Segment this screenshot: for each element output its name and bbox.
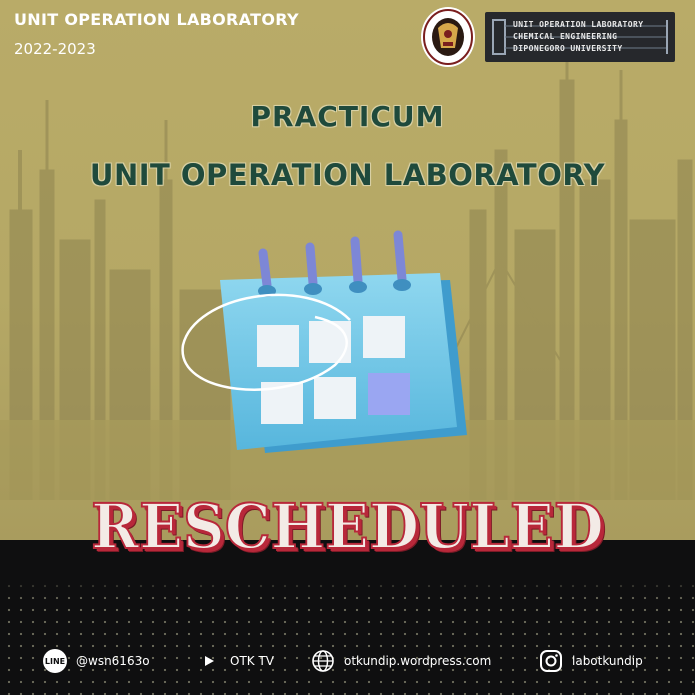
lab-logo-line3: DIPONEGORO UNIVERSITY	[513, 44, 623, 53]
status-banner: RESCHEDULED	[90, 489, 604, 564]
footer-instagram[interactable]: labotkundip	[538, 648, 643, 674]
footer-otk-tv[interactable]: OTK TV	[196, 648, 274, 674]
lab-logo-line2: CHEMICAL ENGINEERING	[513, 32, 618, 41]
header-title: UNIT OPERATION LABORATORY	[14, 10, 299, 29]
lab-logo: UNIT OPERATION LABORATORY CHEMICAL ENGIN…	[485, 12, 675, 62]
instagram-icon	[538, 648, 564, 674]
footer-instagram-label: labotkundip	[572, 654, 643, 668]
headline-line2: UNIT OPERATION LABORATORY	[89, 158, 606, 192]
footer-otk-tv-label: OTK TV	[230, 654, 274, 668]
globe-icon	[310, 648, 336, 674]
play-icon	[196, 648, 222, 674]
footer-line-label: @wsn6163o	[76, 654, 150, 668]
footer-website-label: otkundip.wordpress.com	[344, 654, 492, 668]
headline-line1: PRACTICUM	[250, 100, 445, 133]
footer-line[interactable]: LINE @wsn6163o	[42, 648, 150, 674]
poster: UNIT OPERATION LABORATORY 2022-2023 UNIT…	[0, 0, 695, 695]
footer-website[interactable]: otkundip.wordpress.com	[310, 648, 491, 674]
line-icon: LINE	[42, 648, 68, 674]
university-seal-icon	[421, 7, 475, 67]
svg-text:LINE: LINE	[45, 657, 65, 666]
header-year: 2022-2023	[14, 40, 96, 58]
calendar-icon	[181, 230, 467, 453]
footer: LINE @wsn6163o OTK TV otkundip.wordpress…	[0, 640, 695, 680]
lab-logo-line1: UNIT OPERATION LABORATORY	[513, 20, 644, 29]
